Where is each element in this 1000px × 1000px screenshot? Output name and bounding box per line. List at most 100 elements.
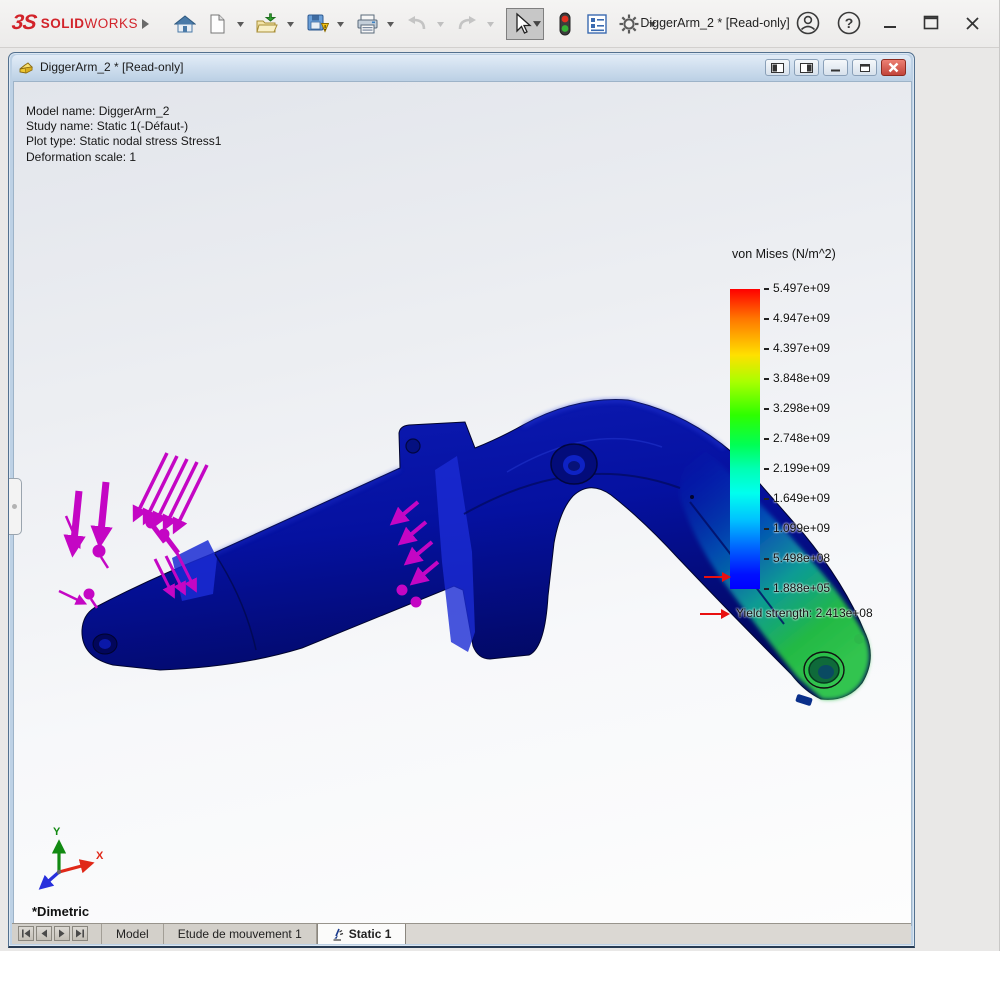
model-info-line: Plot type: Static nodal stress Stress1 bbox=[26, 134, 221, 149]
legend-tick: 5.498e+08 bbox=[764, 551, 830, 565]
app-window: 3S SOLIDWORKS bbox=[0, 0, 1000, 951]
open-folder-icon bbox=[255, 13, 279, 35]
tab-motion-study-label: Etude de mouvement 1 bbox=[178, 927, 302, 941]
tab-motion-study[interactable]: Etude de mouvement 1 bbox=[164, 924, 317, 944]
legend-tick: 1.888e+05 bbox=[764, 581, 830, 595]
print-dropdown[interactable] bbox=[384, 9, 396, 39]
tab-scroll-next-button[interactable] bbox=[54, 926, 70, 941]
home-icon bbox=[174, 13, 196, 35]
close-icon bbox=[965, 16, 980, 31]
legend-tick: 1.649e+09 bbox=[764, 491, 830, 505]
legend-tick: 4.947e+09 bbox=[764, 311, 830, 325]
document-titlebar[interactable]: DiggerArm_2 * [Read-only] bbox=[12, 55, 911, 79]
part-icon bbox=[19, 60, 34, 74]
help-icon: ? bbox=[836, 10, 862, 36]
desktop-background bbox=[0, 951, 1000, 1000]
tab-scroll-buttons bbox=[12, 924, 101, 944]
legend-tick: 3.298e+09 bbox=[764, 401, 830, 415]
app-maximize-button[interactable] bbox=[918, 10, 944, 36]
save-dropdown[interactable] bbox=[334, 9, 346, 39]
logo-mark: 3S bbox=[10, 11, 37, 35]
chevron-down-icon bbox=[387, 22, 394, 27]
undo-button[interactable] bbox=[402, 9, 432, 39]
print-button[interactable] bbox=[352, 9, 382, 39]
undo-icon bbox=[406, 14, 428, 34]
chevron-down-icon[interactable] bbox=[533, 21, 541, 27]
doc-minimize-button[interactable] bbox=[823, 59, 848, 76]
tab-static-study[interactable]: Static 1 bbox=[317, 924, 407, 944]
orientation-triad bbox=[43, 845, 89, 886]
redo-button[interactable] bbox=[452, 9, 482, 39]
chevron-down-icon bbox=[287, 22, 294, 27]
chevron-down-icon bbox=[487, 22, 494, 27]
logo-solid: SOLID bbox=[41, 16, 85, 31]
yield-strength-label: Yield strength: 2.413e+08 bbox=[736, 606, 873, 620]
traffic-light-icon bbox=[558, 12, 572, 36]
triad-x-label: X bbox=[96, 850, 103, 862]
home-button[interactable] bbox=[170, 9, 200, 39]
toolbar-buttons bbox=[170, 9, 662, 39]
right-pane-icon bbox=[800, 63, 813, 73]
tab-model[interactable]: Model bbox=[101, 924, 164, 944]
document-window: DiggerArm_2 * [Read-only] bbox=[8, 52, 915, 948]
tab-scroll-first-button[interactable] bbox=[18, 926, 34, 941]
print-icon bbox=[356, 13, 379, 35]
performance-monitor-button[interactable] bbox=[550, 9, 580, 39]
legend-tick: 1.099e+09 bbox=[764, 521, 830, 535]
select-tool-button[interactable] bbox=[506, 8, 544, 40]
left-pane-icon bbox=[771, 63, 784, 73]
legend-tick: 2.199e+09 bbox=[764, 461, 830, 475]
legend-tick: 5.497e+09 bbox=[764, 281, 830, 295]
next-tab-icon bbox=[58, 929, 66, 938]
cursor-icon bbox=[509, 11, 533, 37]
help-button[interactable]: ? bbox=[836, 10, 862, 36]
maximize-icon bbox=[923, 15, 939, 31]
first-tab-icon bbox=[21, 929, 31, 938]
legend-tick: 4.397e+09 bbox=[764, 341, 830, 355]
document-window-controls bbox=[765, 59, 906, 76]
doc-close-button[interactable] bbox=[881, 59, 906, 76]
chevron-down-icon bbox=[337, 22, 344, 27]
last-tab-icon bbox=[75, 929, 85, 938]
graphics-viewport[interactable]: Model name: DiggerArm_2 Study name: Stat… bbox=[13, 81, 912, 926]
restore-icon bbox=[859, 63, 871, 73]
model-info: Model name: DiggerArm_2 Study name: Stat… bbox=[26, 104, 221, 165]
solidworks-logo: 3S SOLIDWORKS bbox=[12, 11, 138, 35]
new-document-icon bbox=[207, 13, 227, 35]
logo-flyout-arrow-icon[interactable] bbox=[140, 18, 150, 30]
yield-label-arrow-icon bbox=[700, 608, 730, 620]
yield-marker-arrow-icon bbox=[704, 571, 731, 583]
tab-bar-empty-area bbox=[406, 924, 911, 944]
logo-works: WORKS bbox=[84, 16, 138, 31]
account-button[interactable] bbox=[795, 10, 821, 36]
close-icon bbox=[888, 62, 899, 73]
new-document-dropdown[interactable] bbox=[234, 9, 246, 39]
undo-dropdown[interactable] bbox=[434, 9, 446, 39]
chevron-down-icon bbox=[237, 22, 244, 27]
save-icon bbox=[306, 13, 329, 35]
tab-model-label: Model bbox=[116, 927, 149, 941]
model-info-line: Model name: DiggerArm_2 bbox=[26, 104, 221, 119]
doc-restore-button[interactable] bbox=[852, 59, 877, 76]
tab-static-study-label: Static 1 bbox=[349, 927, 392, 941]
top-toolbar: 3S SOLIDWORKS bbox=[0, 0, 999, 48]
user-icon bbox=[795, 10, 821, 36]
app-close-button[interactable] bbox=[959, 10, 985, 36]
app-minimize-button[interactable] bbox=[877, 10, 903, 36]
show-right-pane-button[interactable] bbox=[794, 59, 819, 76]
save-button[interactable] bbox=[302, 9, 332, 39]
prev-tab-icon bbox=[40, 929, 48, 938]
featuremanager-splitter-handle[interactable] bbox=[9, 478, 22, 535]
minimize-icon bbox=[830, 64, 841, 72]
orientation-label: *Dimetric bbox=[32, 904, 89, 919]
redo-dropdown[interactable] bbox=[484, 9, 496, 39]
new-document-button[interactable] bbox=[202, 9, 232, 39]
model-info-line: Study name: Static 1(-Défaut-) bbox=[26, 119, 221, 134]
open-button[interactable] bbox=[252, 9, 282, 39]
redo-icon bbox=[456, 14, 478, 34]
tab-scroll-last-button[interactable] bbox=[72, 926, 88, 941]
tab-scroll-prev-button[interactable] bbox=[36, 926, 52, 941]
open-dropdown[interactable] bbox=[284, 9, 296, 39]
show-left-pane-button[interactable] bbox=[765, 59, 790, 76]
minimize-icon bbox=[883, 16, 897, 30]
